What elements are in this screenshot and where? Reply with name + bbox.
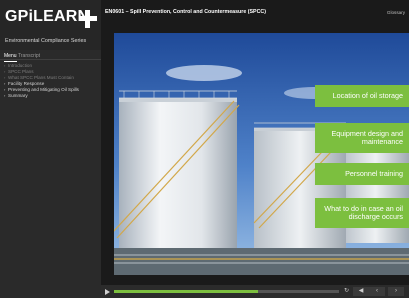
menu-item-label: Introduction (8, 63, 33, 68)
course-title: EN0601 – Spill Prevention, Control and C… (105, 9, 267, 15)
series-label: Environmental Compliance Series (5, 38, 87, 44)
playback-controls: ↻ ◀ ‹ › (101, 285, 409, 298)
sidebar-tabs: Menu Transcript (0, 51, 101, 62)
glossary-link[interactable]: Glossary (387, 10, 405, 15)
menu-item-summary[interactable]: › Summary (4, 93, 101, 99)
progress-bar[interactable] (114, 290, 339, 293)
tank-farm-image (114, 33, 409, 275)
slide-stage: Location of oil storage Equipment design… (114, 33, 409, 275)
volume-icon[interactable]: ◀ (353, 287, 369, 296)
bullet-icon: › (4, 93, 6, 98)
tab-transcript[interactable]: Transcript (18, 53, 40, 59)
brand-area: GPiLEARN Environmental Compliance Series (0, 0, 101, 50)
prev-icon[interactable]: ‹ (369, 287, 385, 296)
play-icon[interactable] (105, 289, 110, 295)
sidebar: GPiLEARN Environmental Compliance Series… (0, 0, 101, 298)
slide-card-equipment: Equipment design and maintenance (315, 123, 409, 153)
main-area: EN0601 – Spill Prevention, Control and C… (101, 0, 409, 298)
replay-icon[interactable]: ↻ (342, 287, 351, 296)
menu-item-label: Preventing and Mitigating Oil Spills (8, 87, 79, 92)
menu-item-label: Facility Response (8, 81, 45, 86)
progress-fill (114, 290, 258, 293)
tab-menu[interactable]: Menu (4, 53, 17, 62)
menu-item-label: SPCC Plans (8, 69, 34, 74)
slide-card-oil-storage: Location of oil storage (315, 85, 409, 107)
menu-list: › Introduction › SPCC Plans › What SPCC … (4, 63, 101, 99)
logo: GPiLEARN (5, 8, 90, 25)
next-icon[interactable]: › (388, 287, 404, 296)
menu-item-label: What SPCC Plans Must Contain (8, 75, 74, 80)
topbar: EN0601 – Spill Prevention, Control and C… (101, 0, 409, 26)
slide-card-training: Personnel training (315, 163, 409, 185)
slide-card-discharge: What to do in case an oil discharge occu… (315, 198, 409, 228)
menu-item-label: Summary (8, 93, 28, 98)
course-player: GPiLEARN Environmental Compliance Series… (0, 0, 409, 298)
logo-plus-icon (79, 10, 97, 28)
